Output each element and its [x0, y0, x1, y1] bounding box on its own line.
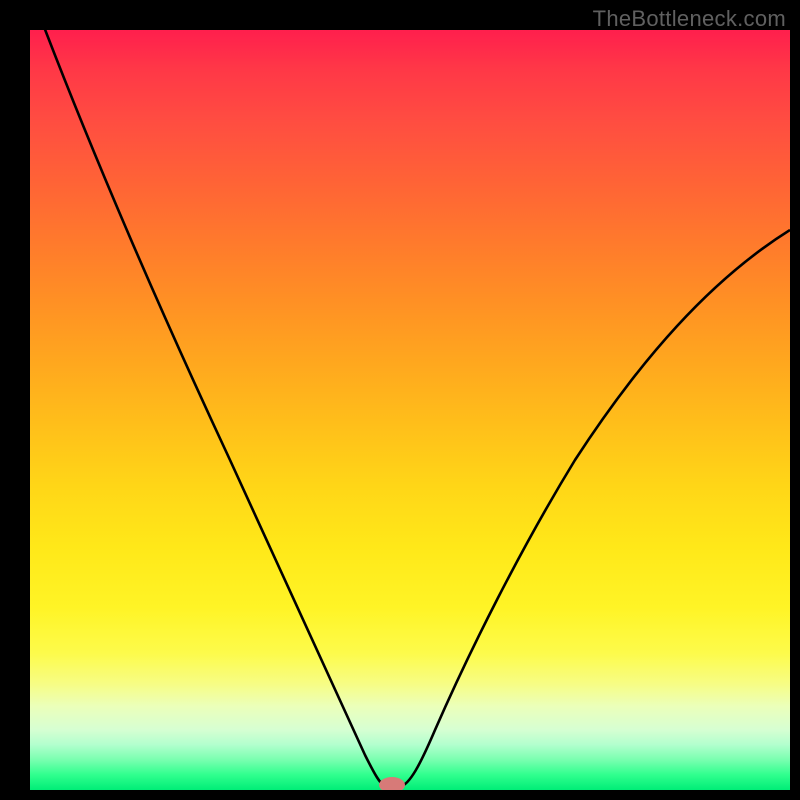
- chart-svg: [30, 30, 790, 790]
- bottleneck-curve: [30, 30, 790, 787]
- plot-area: [30, 30, 790, 790]
- optimal-point-marker: [379, 777, 405, 790]
- watermark-text: TheBottleneck.com: [593, 6, 786, 32]
